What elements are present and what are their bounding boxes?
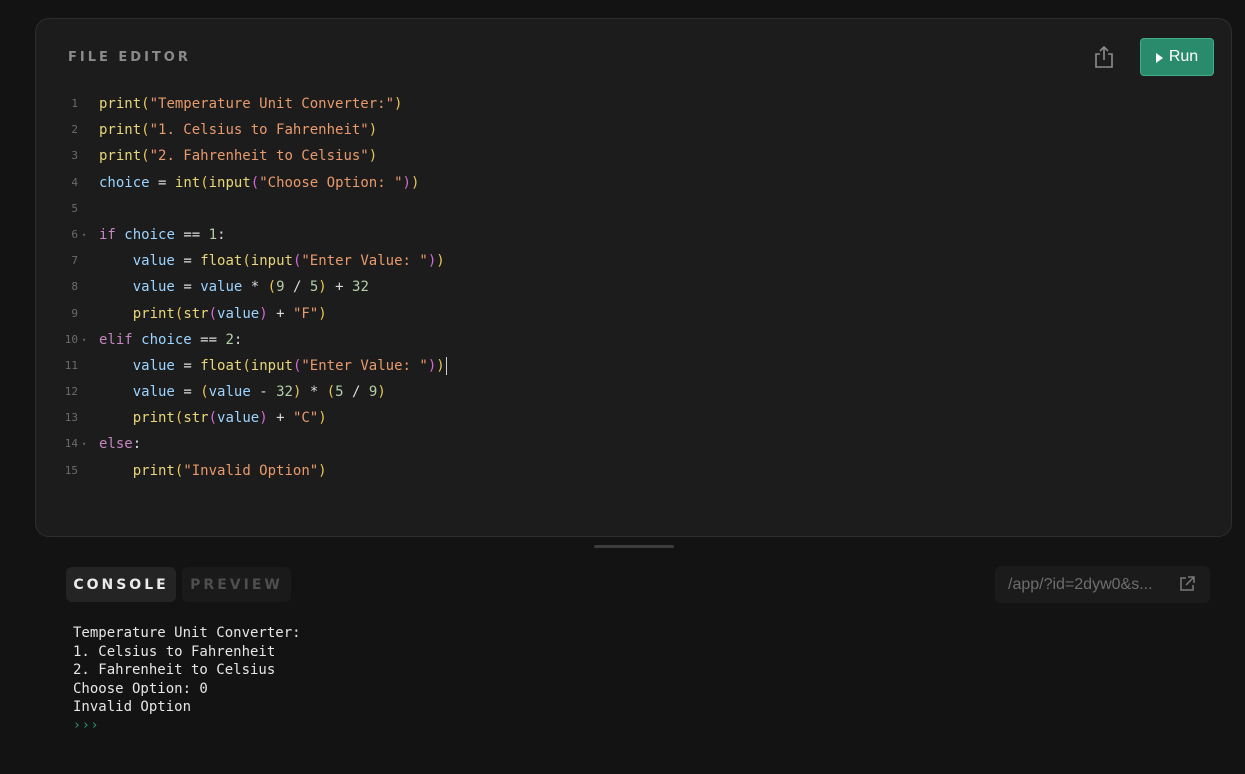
code-line[interactable]: 11 value = float(input("Enter Value: ")) bbox=[36, 353, 1231, 379]
file-editor-panel: FILE EDITOR Run 1 print("Temperature Unit… bbox=[35, 18, 1232, 537]
line-number: 4 bbox=[71, 175, 78, 189]
line-number: 9 bbox=[71, 306, 78, 320]
play-icon bbox=[1155, 52, 1163, 63]
code-line[interactable]: 9 print(str(value) + "F") bbox=[36, 301, 1231, 327]
code-text: print("Temperature Unit Converter:") bbox=[99, 96, 403, 112]
code-line[interactable]: 14 ▾ else: bbox=[36, 431, 1231, 457]
console-line: Temperature Unit Converter: bbox=[73, 625, 301, 641]
panel-resize-handle[interactable] bbox=[594, 545, 674, 548]
line-number: 11 bbox=[64, 358, 78, 372]
editor-title: FILE EDITOR bbox=[68, 50, 191, 65]
code-line[interactable]: 4 choice = int(input("Choose Option: ")) bbox=[36, 170, 1231, 196]
code-text: print(str(value) + "C") bbox=[132, 410, 327, 427]
console-output: Temperature Unit Converter: 1. Celsius to… bbox=[73, 624, 301, 735]
console-line: 2. Fahrenheit to Celsius bbox=[73, 662, 276, 678]
code-text: else: bbox=[99, 436, 142, 453]
code-line[interactable]: 2 print("1. Celsius to Fahrenheit") bbox=[36, 117, 1231, 143]
code-line[interactable]: 8 value = value * (9 / 5) + 32 bbox=[36, 274, 1231, 300]
code-text: value = float(input("Enter Value: ")) bbox=[132, 253, 445, 270]
code-text: elif choice == 2: bbox=[99, 331, 243, 348]
line-number: 14 bbox=[64, 437, 78, 451]
code-line[interactable]: 13 print(str(value) + "C") bbox=[36, 405, 1231, 431]
code-text: if choice == 1: bbox=[99, 226, 226, 243]
preview-url-text: /app/?id=2dyw0&s... bbox=[1008, 575, 1153, 593]
code-text: print("1. Celsius to Fahrenheit") bbox=[99, 122, 378, 139]
fold-toggle-icon[interactable]: ▾ bbox=[82, 222, 86, 248]
line-number: 7 bbox=[71, 254, 78, 268]
line-number: 15 bbox=[64, 463, 78, 477]
line-number: 8 bbox=[71, 280, 78, 294]
code-line[interactable]: 5 bbox=[36, 196, 1231, 222]
code-text: value = value * (9 / 5) + 32 bbox=[132, 279, 369, 296]
run-button-label: Run bbox=[1168, 48, 1199, 65]
code-text: choice = int(input("Choose Option: ")) bbox=[99, 174, 420, 191]
external-link-icon bbox=[1180, 576, 1195, 591]
line-number: 5 bbox=[71, 201, 78, 215]
line-number: 1 bbox=[71, 97, 78, 110]
code-line[interactable]: 3 print("2. Fahrenheit to Celsius") bbox=[36, 143, 1231, 169]
console-prompt[interactable]: ››› bbox=[73, 717, 301, 736]
console-line: Invalid Option bbox=[73, 699, 192, 715]
line-number: 10 bbox=[64, 332, 78, 346]
console-line: Choose Option: 0 bbox=[73, 680, 208, 697]
console-line: 1. Celsius to Fahrenheit bbox=[73, 643, 276, 660]
code-line[interactable]: 15 print("Invalid Option") bbox=[36, 458, 1231, 484]
code-area[interactable]: 1 print("Temperature Unit Converter:") 2 pr… bbox=[36, 91, 1231, 484]
code-line[interactable]: 1 print("Temperature Unit Converter:") bbox=[36, 91, 1231, 117]
run-button[interactable]: Run bbox=[1140, 38, 1214, 76]
line-number: 2 bbox=[71, 123, 78, 137]
code-line[interactable]: 7 value = float(input("Enter Value: ")) bbox=[36, 248, 1231, 274]
preview-url-link[interactable]: /app/?id=2dyw0&s... bbox=[995, 566, 1210, 603]
code-text: value = float(input("Enter Value: ")) bbox=[132, 356, 447, 375]
code-text: print("Invalid Option") bbox=[132, 462, 327, 479]
code-line[interactable]: 6 ▾ if choice == 1: bbox=[36, 222, 1231, 248]
code-text: value = (value - 32) * (5 / 9) bbox=[132, 384, 386, 401]
code-text: print(str(value) + "F") bbox=[132, 305, 327, 322]
tab-preview[interactable]: PREVIEW bbox=[182, 567, 291, 602]
line-number: 6 bbox=[71, 227, 78, 241]
code-line[interactable]: 12 value = (value - 32) * (5 / 9) bbox=[36, 379, 1231, 405]
text-cursor bbox=[445, 356, 447, 375]
code-text: print("2. Fahrenheit to Celsius") bbox=[99, 148, 378, 165]
share-icon bbox=[1095, 45, 1113, 68]
fold-toggle-icon[interactable]: ▾ bbox=[82, 431, 86, 457]
line-number: 13 bbox=[64, 411, 78, 425]
fold-toggle-icon[interactable]: ▾ bbox=[82, 327, 86, 353]
share-button[interactable] bbox=[1092, 43, 1116, 71]
code-line[interactable]: 10 ▾ elif choice == 2: bbox=[36, 327, 1231, 353]
line-number: 3 bbox=[71, 149, 78, 163]
line-number: 12 bbox=[64, 385, 78, 399]
tab-console[interactable]: CONSOLE bbox=[66, 567, 176, 602]
